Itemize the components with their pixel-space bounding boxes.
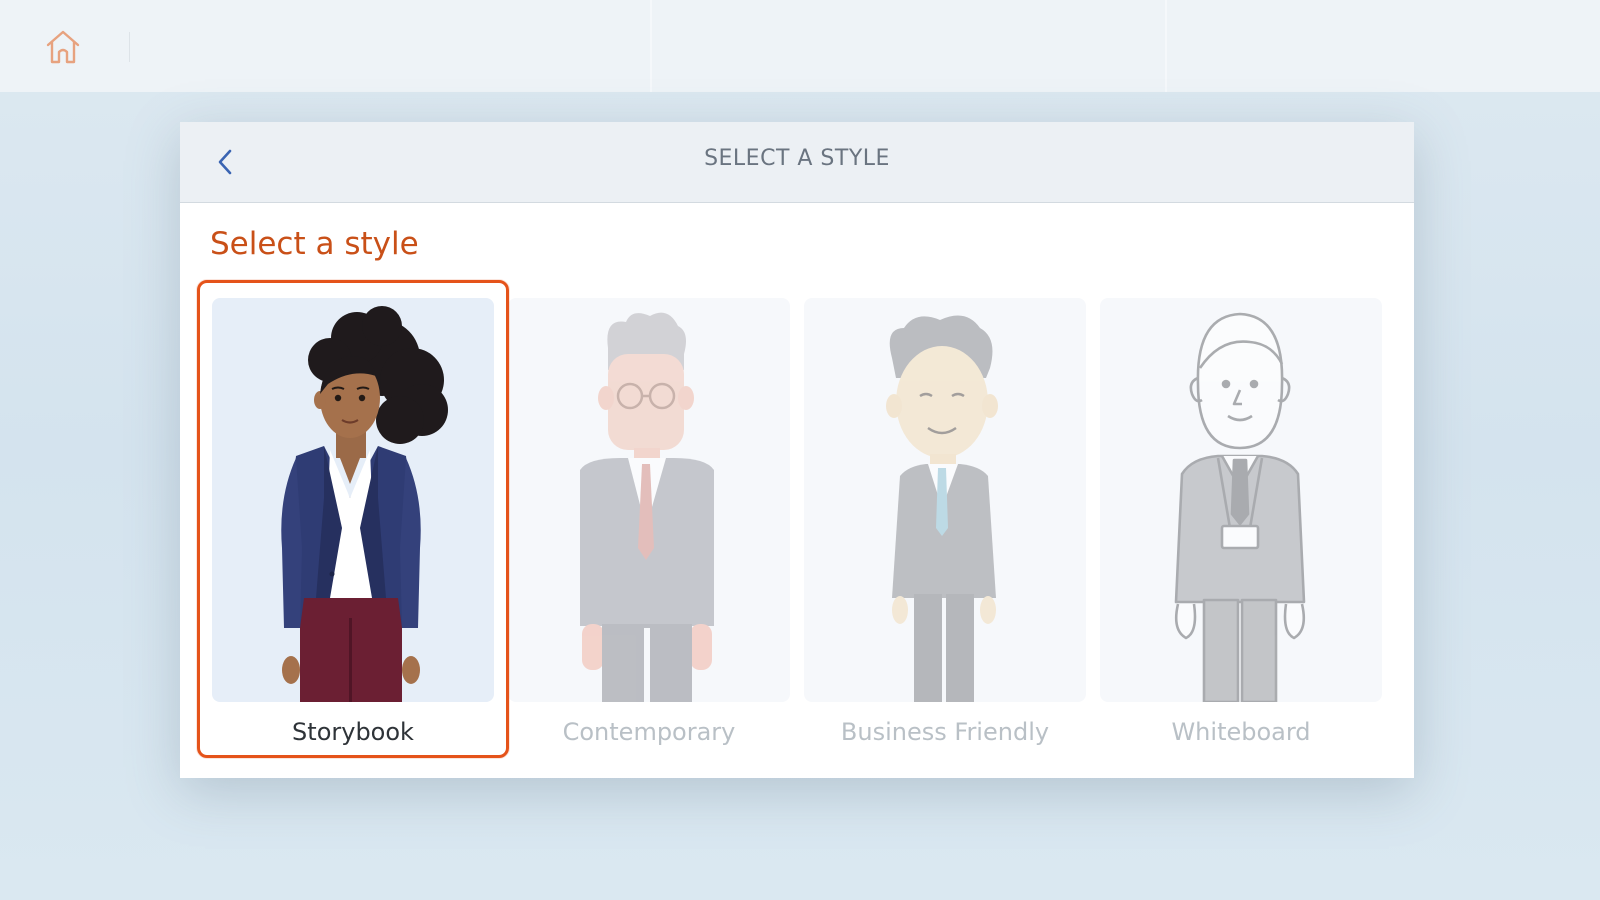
style-card-contemporary[interactable]: Contemporary	[508, 298, 790, 760]
topbar-divider	[129, 32, 130, 62]
dialog-header: SELECT A STYLE	[180, 122, 1414, 203]
business-friendly-character-illustration	[886, 315, 998, 702]
home-button[interactable]	[42, 26, 84, 68]
home-icon	[46, 30, 80, 64]
style-label: Business Friendly	[840, 718, 1050, 746]
style-card-business-friendly[interactable]: Business Friendly	[804, 298, 1086, 760]
style-label: Contemporary	[562, 718, 736, 746]
contemporary-character-illustration	[580, 312, 714, 702]
style-card-whiteboard[interactable]: Whiteboard	[1100, 298, 1382, 760]
whiteboard-character-illustration	[1174, 312, 1306, 702]
style-card-storybook[interactable]: Storybook	[212, 298, 494, 760]
style-dialog: SELECT A STYLE Select a style Storybook …	[180, 122, 1414, 778]
dialog-title: SELECT A STYLE	[704, 146, 890, 171]
style-thumbnail	[1100, 298, 1382, 702]
style-thumbnail	[212, 298, 494, 702]
section-title: Select a style	[210, 226, 419, 262]
top-bar	[0, 0, 1600, 92]
style-label: Storybook	[292, 718, 414, 746]
style-thumbnail	[804, 298, 1086, 702]
style-label: Whiteboard	[1171, 718, 1311, 746]
storybook-character-illustration	[281, 306, 448, 702]
style-thumbnail	[508, 298, 790, 702]
